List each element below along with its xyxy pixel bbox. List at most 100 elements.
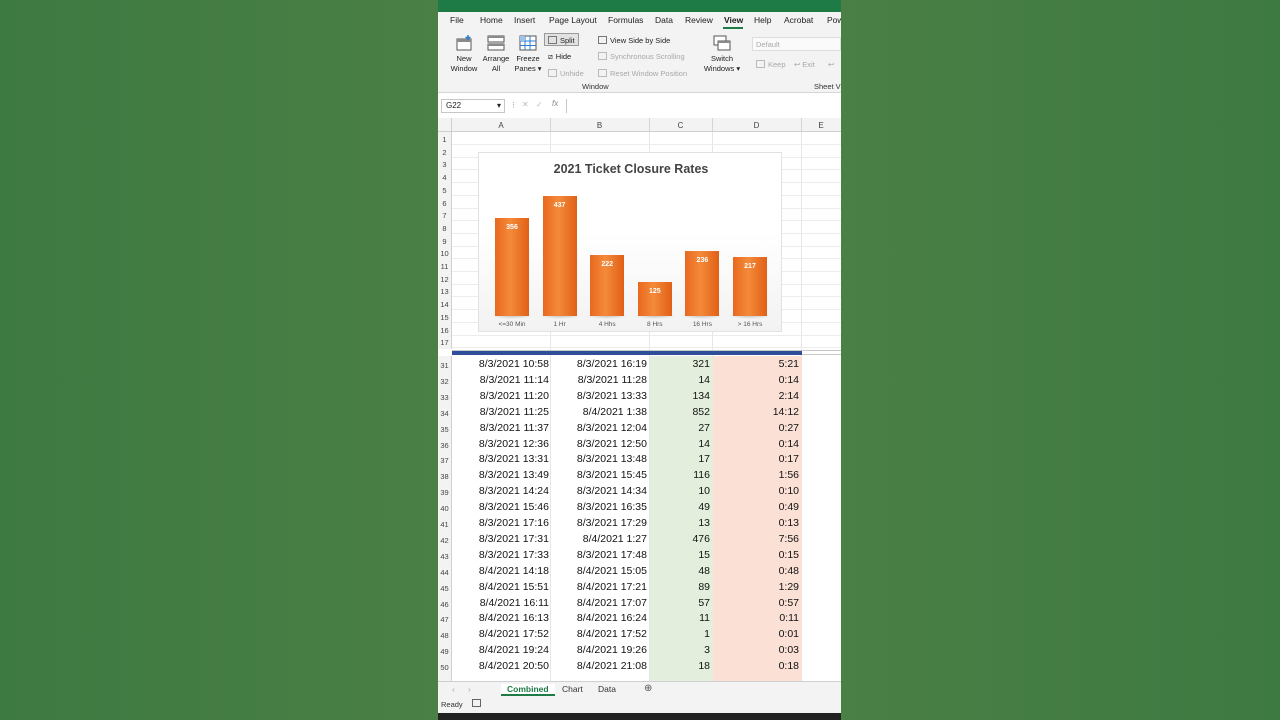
table-cell-d[interactable]: 2:14: [703, 390, 799, 402]
table-cell-a[interactable]: 8/3/2021 13:31: [453, 453, 549, 465]
menu-item-page-layout[interactable]: Page Layout: [549, 15, 597, 25]
row-header[interactable]: 49: [438, 647, 451, 656]
row-header[interactable]: 32: [438, 377, 451, 386]
menu-item-file[interactable]: File: [450, 15, 464, 25]
table-cell-d[interactable]: 0:10: [703, 485, 799, 497]
row-header[interactable]: 17: [438, 338, 451, 347]
table-cell-d[interactable]: 1:56: [703, 469, 799, 481]
split-button[interactable]: Split: [548, 36, 575, 45]
table-cell-c[interactable]: 476: [614, 533, 710, 545]
table-cell-a[interactable]: 8/4/2021 14:18: [453, 565, 549, 577]
row-header[interactable]: 34: [438, 409, 451, 418]
table-cell-d[interactable]: 0:14: [703, 438, 799, 450]
table-cell-a[interactable]: 8/3/2021 11:14: [453, 374, 549, 386]
table-cell-c[interactable]: 57: [614, 597, 710, 609]
table-cell-c[interactable]: 14: [614, 374, 710, 386]
table-cell-d[interactable]: 0:03: [703, 644, 799, 656]
row-header[interactable]: 40: [438, 504, 451, 513]
table-cell-a[interactable]: 8/4/2021 20:50: [453, 660, 549, 672]
table-cell-c[interactable]: 13: [614, 517, 710, 529]
row-header[interactable]: 15: [438, 313, 451, 322]
table-cell-c[interactable]: 116: [614, 469, 710, 481]
name-box[interactable]: G22 ▾: [441, 99, 505, 113]
row-header[interactable]: 9: [438, 237, 451, 246]
reset-window-position-button[interactable]: Reset Window Position: [598, 69, 687, 78]
table-cell-c[interactable]: 89: [614, 581, 710, 593]
row-header[interactable]: 7: [438, 211, 451, 220]
menu-item-home[interactable]: Home: [480, 15, 503, 25]
table-cell-d[interactable]: 0:11: [703, 612, 799, 624]
table-cell-a[interactable]: 8/4/2021 16:13: [453, 612, 549, 624]
table-cell-a[interactable]: 8/3/2021 13:49: [453, 469, 549, 481]
table-cell-d[interactable]: 0:48: [703, 565, 799, 577]
row-header[interactable]: 10: [438, 249, 451, 258]
table-cell-c[interactable]: 3: [614, 644, 710, 656]
new-sheet-icon[interactable]: ⊕: [644, 683, 652, 694]
unhide-button[interactable]: Unhide: [548, 69, 584, 78]
confirm-formula-icon[interactable]: ✓: [536, 100, 543, 109]
menu-item-review[interactable]: Review: [685, 15, 713, 25]
row-header[interactable]: 36: [438, 441, 451, 450]
keep-button[interactable]: Keep: [756, 60, 786, 69]
table-cell-c[interactable]: 134: [614, 390, 710, 402]
table-cell-d[interactable]: 7:56: [703, 533, 799, 545]
row-header[interactable]: 47: [438, 615, 451, 624]
table-cell-c[interactable]: 27: [614, 422, 710, 434]
row-header[interactable]: 2: [438, 148, 451, 157]
table-cell-a[interactable]: 8/3/2021 11:25: [453, 406, 549, 418]
table-cell-d[interactable]: 0:17: [703, 453, 799, 465]
table-cell-c[interactable]: 49: [614, 501, 710, 513]
chart-bar[interactable]: [495, 218, 529, 316]
table-cell-d[interactable]: 0:57: [703, 597, 799, 609]
row-header[interactable]: 33: [438, 393, 451, 402]
row-header[interactable]: 13: [438, 287, 451, 296]
table-cell-d[interactable]: 0:27: [703, 422, 799, 434]
menu-item-data[interactable]: Data: [655, 15, 673, 25]
row-header[interactable]: 12: [438, 275, 451, 284]
table-cell-a[interactable]: 8/4/2021 19:24: [453, 644, 549, 656]
menu-item-help[interactable]: Help: [754, 15, 771, 25]
row-header[interactable]: 42: [438, 536, 451, 545]
table-cell-d[interactable]: 5:21: [703, 358, 799, 370]
table-cell-c[interactable]: 1: [614, 628, 710, 640]
synchronous-scrolling-button[interactable]: Synchronous Scrolling: [598, 52, 685, 61]
tab-data[interactable]: Data: [598, 684, 616, 694]
tab-chart[interactable]: Chart: [562, 684, 583, 694]
row-header[interactable]: 37: [438, 456, 451, 465]
table-cell-a[interactable]: 8/3/2021 12:36: [453, 438, 549, 450]
table-cell-d[interactable]: 0:14: [703, 374, 799, 386]
row-header[interactable]: 16: [438, 326, 451, 335]
tab-combined[interactable]: Combined: [501, 684, 555, 696]
table-cell-d[interactable]: 14:12: [703, 406, 799, 418]
table-cell-a[interactable]: 8/4/2021 15:51: [453, 581, 549, 593]
menu-item-acrobat[interactable]: Acrobat: [784, 15, 813, 25]
table-cell-c[interactable]: 14: [614, 438, 710, 450]
freeze-panes-button[interactable]: Freeze Panes ▾: [512, 34, 544, 74]
table-cell-c[interactable]: 11: [614, 612, 710, 624]
exit-button[interactable]: ↩ Exit: [794, 60, 815, 69]
table-cell-d[interactable]: 0:13: [703, 517, 799, 529]
view-side-by-side-button[interactable]: View Side by Side: [598, 36, 670, 45]
table-cell-d[interactable]: 0:01: [703, 628, 799, 640]
row-header[interactable]: 44: [438, 568, 451, 577]
insert-function-icon[interactable]: fx: [552, 99, 558, 108]
row-header[interactable]: 38: [438, 472, 451, 481]
table-cell-a[interactable]: 8/4/2021 17:52: [453, 628, 549, 640]
row-header[interactable]: 3: [438, 160, 451, 169]
new-window-button[interactable]: New Window: [448, 34, 480, 74]
table-cell-a[interactable]: 8/3/2021 17:33: [453, 549, 549, 561]
row-header[interactable]: 48: [438, 631, 451, 640]
row-header[interactable]: 41: [438, 520, 451, 529]
table-cell-c[interactable]: 48: [614, 565, 710, 577]
row-header[interactable]: 14: [438, 300, 451, 309]
new-sheet-view-button[interactable]: ↩: [828, 60, 834, 69]
sheet-view-dropdown[interactable]: Default: [752, 37, 841, 51]
tab-scroll-right-icon[interactable]: ›: [468, 684, 471, 694]
cancel-formula-icon[interactable]: ✕: [522, 100, 529, 109]
table-cell-c[interactable]: 852: [614, 406, 710, 418]
table-cell-c[interactable]: 10: [614, 485, 710, 497]
row-header[interactable]: 45: [438, 584, 451, 593]
row-header[interactable]: 31: [438, 361, 451, 370]
switch-windows-button[interactable]: Switch Windows ▾: [702, 34, 742, 74]
menu-item-view[interactable]: View: [724, 15, 743, 25]
